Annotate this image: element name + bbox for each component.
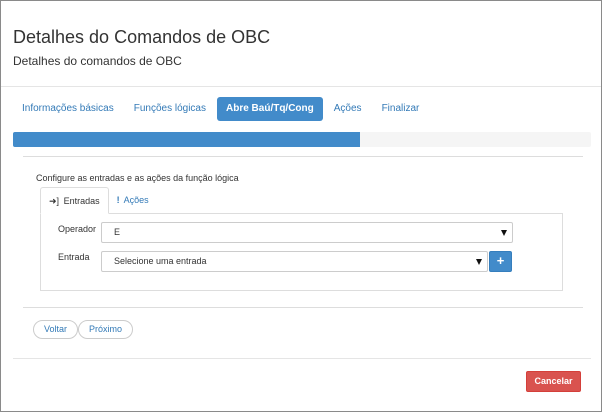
operator-label: Operador — [58, 224, 97, 234]
exclamation-icon: ! — [116, 195, 120, 205]
modal-header: Detalhes do Comandos de OBC Detalhes do … — [1, 1, 601, 87]
logic-tabs: ➜] Entradas ! Ações — [40, 187, 157, 214]
wizard-steps: Informações básicas Funções lógicas Abre… — [13, 97, 430, 122]
tab-entradas[interactable]: ➜] Entradas — [40, 187, 109, 214]
input-select[interactable]: Selecione uma entrada — [101, 251, 488, 272]
tab-acoes-label: Ações — [123, 195, 149, 205]
modal-title: Detalhes do Comandos de OBC — [13, 27, 271, 47]
footer-divider — [13, 358, 591, 359]
chevron-down-icon — [476, 259, 482, 265]
input-value: Selecione uma entrada — [114, 256, 207, 266]
tab-content-entradas: Operador E Entrada Selecione uma entrada… — [40, 213, 563, 291]
cancel-button[interactable]: Cancelar — [526, 371, 581, 392]
tab-acoes[interactable]: ! Ações — [109, 187, 157, 214]
step-logic-functions[interactable]: Funções lógicas — [125, 97, 215, 121]
step-basic-info[interactable]: Informações básicas — [13, 97, 123, 121]
section-description: Configure as entradas e as ações da funç… — [36, 173, 239, 183]
step-abre-bau[interactable]: Abre Baú/Tq/Cong — [216, 97, 323, 121]
operator-value: E — [114, 227, 121, 237]
step-actions[interactable]: Ações — [325, 97, 371, 121]
add-input-button[interactable]: + — [489, 251, 512, 272]
back-button[interactable]: Voltar — [33, 320, 78, 339]
wizard-progress — [13, 132, 591, 147]
plus-icon: + — [496, 253, 505, 268]
sign-in-icon: ➜] — [49, 196, 60, 206]
chevron-down-icon — [501, 230, 507, 236]
logic-function-section: Configure as entradas e as ações da funç… — [23, 156, 583, 308]
input-label: Entrada — [58, 252, 90, 262]
obc-commands-modal: Detalhes do Comandos de OBC Detalhes do … — [0, 0, 602, 412]
progress-bar-fill — [13, 132, 360, 147]
modal-subtitle: Detalhes do comandos de OBC — [13, 54, 182, 68]
operator-select[interactable]: E — [101, 222, 513, 243]
next-button[interactable]: Próximo — [78, 320, 133, 339]
step-finish[interactable]: Finalizar — [373, 97, 429, 121]
tab-entradas-label: Entradas — [63, 196, 100, 206]
